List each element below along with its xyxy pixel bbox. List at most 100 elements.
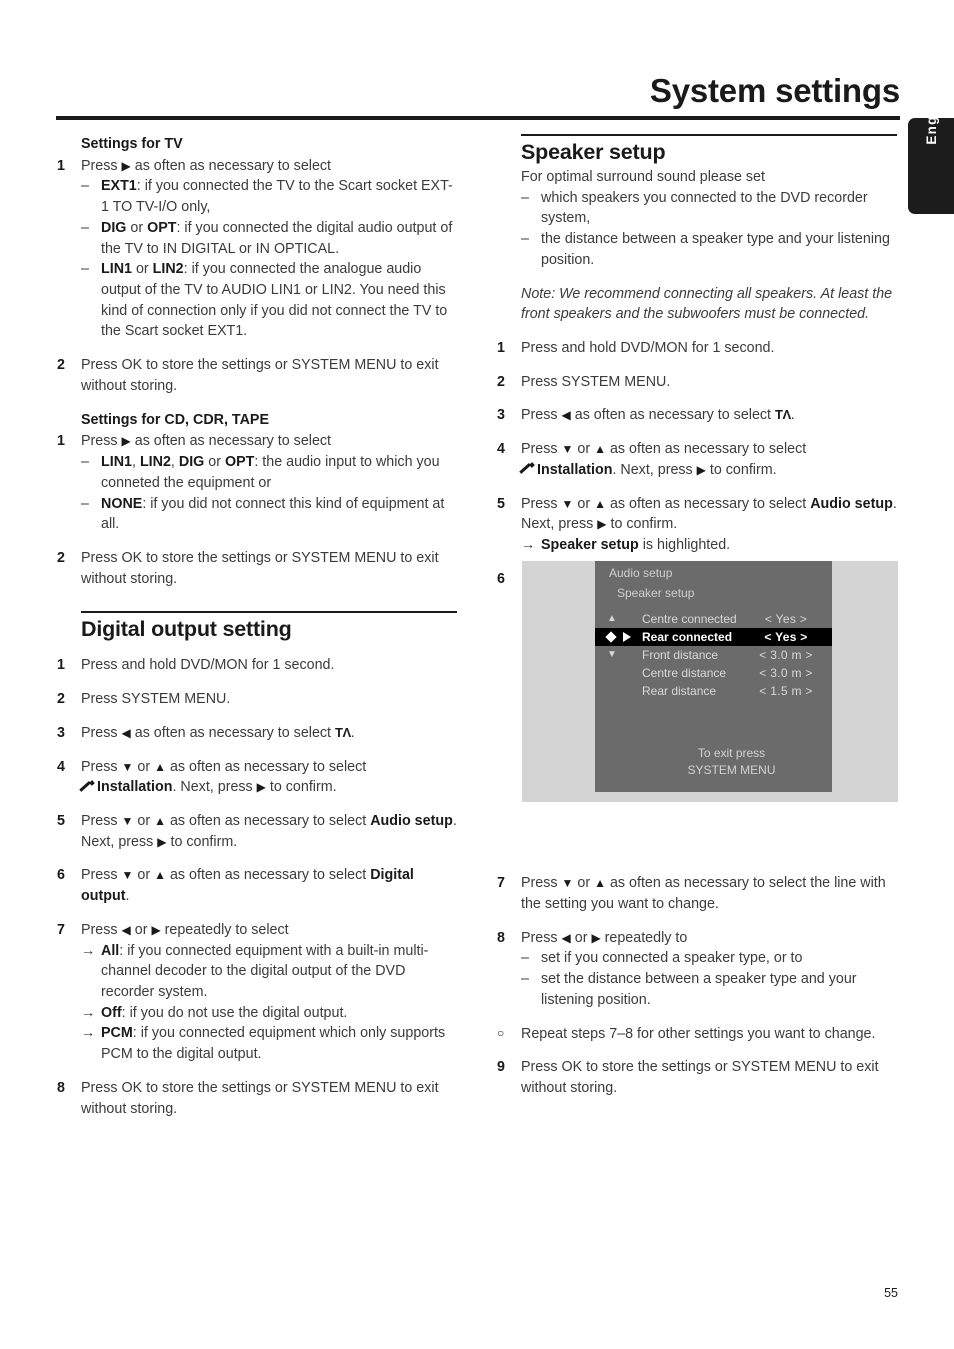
step: 1 Press ▶ as often as necessary to selec… — [57, 431, 457, 535]
sub-item-text: Off: if you do not use the digital outpu… — [101, 1005, 347, 1021]
arrow-marker: → — [521, 537, 536, 554]
step-number: 1 — [497, 340, 505, 357]
step: 4 Press ▼ or ▲ as often as necessary to … — [57, 757, 457, 798]
manual-page: System settings English Settings for TV … — [0, 0, 954, 1349]
step-text: Press ▶ as often as necessary to select — [81, 433, 332, 450]
step: 1 Press and hold DVD/MON for 1 second. — [497, 338, 897, 359]
section-settings-for-cd: Settings for CD, CDR, TAPE 1 Press ▶ as … — [57, 410, 457, 590]
step-text: Press ▼ or ▲ as often as necessary to se… — [81, 758, 367, 796]
right-arrow-icon: ▶ — [696, 462, 706, 477]
sub-item: – NONE: if you did not connect this kind… — [81, 494, 457, 535]
osd-screenshot: Audio setup Speaker setup ▲ Centre conne… — [522, 561, 898, 802]
step-text: Press ▶ as often as necessary to select — [81, 157, 332, 174]
step-number: 3 — [57, 724, 65, 741]
down-arrow-icon: ▼ — [561, 876, 574, 891]
osd-exit-line1: To exit press — [697, 746, 766, 760]
section-settings-for-tv: Settings for TV 1 Press ▶ as often as ne… — [57, 134, 457, 397]
sub-item: – LIN1 or LIN2: if you connected the ana… — [81, 259, 457, 342]
osd-row-label: Front distance — [642, 648, 719, 662]
sub-item-text: the distance between a speaker type and … — [541, 231, 890, 268]
osd-selection-arrows — [607, 628, 641, 646]
dash-marker: – — [81, 454, 89, 471]
step: ○ Repeat steps 7–8 for other settings yo… — [497, 1024, 897, 1045]
osd-row-front-distance[interactable]: ▼ Front distance < 3.0 m > — [595, 646, 832, 664]
speaker-setup-intro: For optimal surround sound please set — [521, 169, 765, 185]
sub-item-desc: : if you do not use the digital output. — [121, 1004, 348, 1021]
dash-marker: – — [521, 231, 529, 248]
dash-marker: – — [81, 178, 89, 195]
osd-title-audio-setup: Audio setup — [609, 566, 673, 580]
step: 2 Press SYSTEM MENU. — [497, 372, 897, 393]
step-number: 7 — [497, 875, 505, 892]
page-title: System settings — [649, 72, 900, 109]
sub-item: – the distance between a speaker type an… — [521, 229, 897, 270]
osd-row-label: Rear connected — [642, 630, 733, 644]
joiner: or — [131, 261, 153, 278]
step-number: 1 — [57, 157, 65, 174]
down-arrow-icon: ▼ — [121, 759, 134, 774]
sub-item-text: LIN1, LIN2, DIG or OPT: the audio input … — [101, 454, 440, 491]
step-text: Press ◀ or ▶ repeatedly to — [521, 929, 688, 946]
step-text: Press OK to store the settings or SYSTEM… — [81, 357, 439, 394]
sub-item: – DIG or OPT: if you connected the digit… — [81, 218, 457, 259]
sub-item: → PCM: if you connected equipment which … — [81, 1023, 457, 1064]
intro-list: – which speakers you connected to the DV… — [521, 188, 897, 271]
step-text: Press ▼ or ▲ as often as necessary to se… — [81, 867, 414, 905]
step-number: 4 — [57, 758, 65, 775]
osd-row-value: < Yes > — [764, 612, 808, 626]
sub-item: – set if you connected a speaker type, o… — [521, 948, 897, 969]
step-text: Press OK to store the settings or SYSTEM… — [521, 1059, 879, 1096]
page-number: 55 — [884, 1286, 898, 1300]
step: 2 Press SYSTEM MENU. — [57, 689, 457, 710]
left-arrow-icon: ◀ — [121, 725, 131, 740]
step-number: 2 — [497, 373, 505, 390]
term-off: Off — [101, 1004, 122, 1021]
up-arrow-icon: ▲ — [594, 442, 606, 457]
right-arrow-icon: ▶ — [591, 930, 601, 945]
step-text: Press ◀ as often as necessary to select … — [521, 407, 795, 424]
sub-item: → Off: if you do not use the digital out… — [81, 1003, 457, 1024]
dash-marker: – — [81, 495, 89, 512]
osd-row-centre-distance[interactable]: Centre distance < 3.0 m > — [595, 664, 832, 682]
sub-item-desc: : if you connected equipment with a buil… — [101, 942, 429, 1000]
osd-row-centre-connected[interactable]: ▲ Centre connected < Yes > — [595, 610, 832, 628]
sub-item-desc: is highlighted. — [638, 537, 731, 554]
step: 4 Press ▼ or ▲ as often as necessary to … — [497, 439, 897, 480]
sub-item-text: set the distance between a speaker type … — [541, 971, 857, 1008]
step: 7 Press ◀ or ▶ repeatedly to select → Al… — [57, 920, 457, 1065]
left-arrow-icon: ◀ — [561, 408, 571, 423]
osd-exit-hint: To exit press SYSTEM MENU — [595, 745, 832, 779]
sub-item-desc: : if you did not connect this kind of eq… — [101, 495, 445, 533]
step-number: 9 — [497, 1059, 505, 1076]
step: 5 Press ▼ or ▲ as often as necessary to … — [497, 494, 897, 556]
step-number: 6 — [497, 570, 505, 587]
step-text: Press and hold DVD/MON for 1 second. — [81, 657, 335, 674]
sub-item: – which speakers you connected to the DV… — [521, 188, 897, 229]
step-text: Press OK to store the settings or SYSTEM… — [81, 549, 439, 587]
osd-row-value: < 1.5 m > — [759, 684, 813, 698]
up-arrow-icon: ▲ — [594, 876, 606, 891]
step: 8 Press OK to store the settings or SYST… — [57, 1078, 457, 1119]
down-arrow-icon: ▼ — [607, 649, 617, 660]
osd-row-value: < 3.0 m > — [759, 666, 813, 680]
tools-icon: TΛ — [775, 407, 791, 423]
sub-item: → Speaker setup is highlighted. — [521, 535, 897, 556]
right-arrow-icon: ▶ — [151, 922, 161, 937]
step-text: Press ▼ or ▲ as often as necessary to se… — [521, 441, 807, 478]
term-opt: OPT — [147, 219, 177, 236]
right-arrow-icon: ▶ — [597, 517, 607, 532]
osd-row-rear-distance[interactable]: Rear distance < 1.5 m > — [595, 682, 832, 700]
osd-row-value: < 3.0 m > — [759, 648, 813, 662]
step-number: 8 — [497, 929, 505, 946]
down-arrow-icon: ▼ — [561, 496, 574, 511]
term-installation: Installation — [96, 779, 173, 796]
up-arrow-icon: ▲ — [154, 868, 166, 883]
osd-panel: Audio setup Speaker setup ▲ Centre conne… — [595, 561, 832, 792]
osd-row-rear-connected[interactable]: Rear connected < Yes > — [595, 628, 832, 646]
step: 3 Press ◀ as often as necessary to selec… — [497, 405, 897, 426]
sub-item: – LIN1, LIN2, DIG or OPT: the audio inpu… — [81, 452, 457, 493]
step-number: 1 — [57, 657, 65, 674]
dash-marker: – — [81, 219, 89, 236]
term-lin2: LIN2 — [152, 261, 184, 278]
title-divider — [56, 116, 900, 120]
